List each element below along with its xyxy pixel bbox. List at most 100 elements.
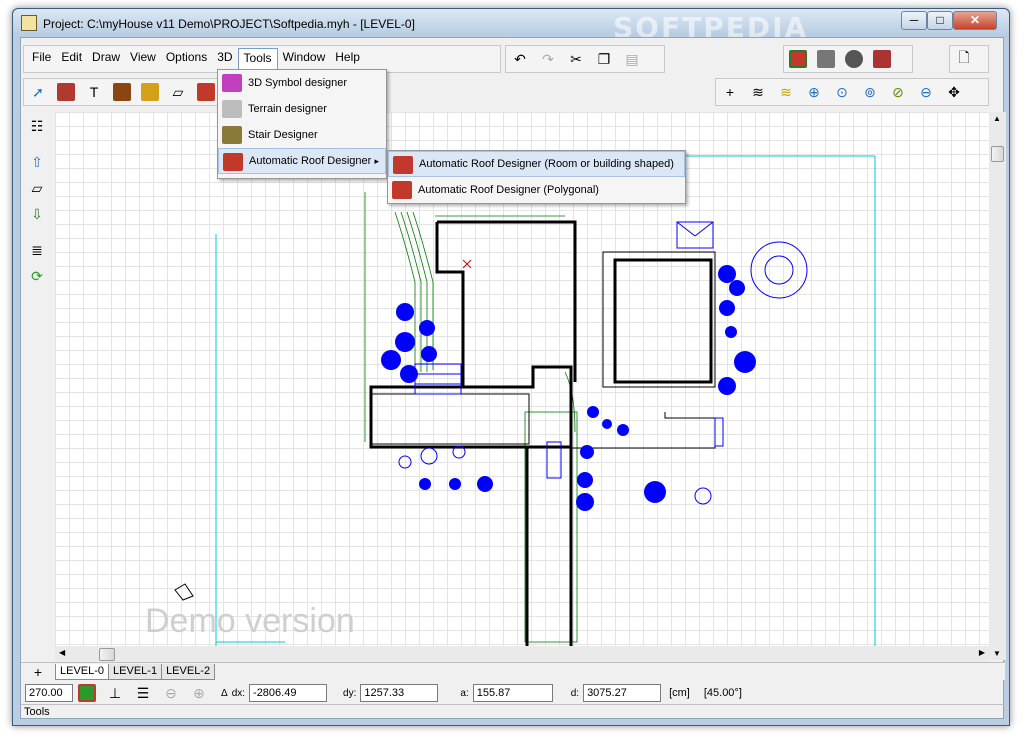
menu-help[interactable]: Help <box>330 48 365 70</box>
menu-item-terrain-designer[interactable]: Terrain designer <box>218 96 386 122</box>
zoom-out-icon[interactable]: ⊖ <box>913 80 939 104</box>
prev-point-icon[interactable]: ⊖ <box>158 681 184 705</box>
vertical-scroll-thumb[interactable] <box>991 146 1004 162</box>
menu-view[interactable]: View <box>125 48 161 70</box>
menu-item-roof-room-shaped[interactable]: Automatic Roof Designer (Room or buildin… <box>388 151 685 177</box>
close-button[interactable]: ✕ <box>953 11 997 30</box>
scroll-left-icon[interactable]: ◀ <box>59 648 65 657</box>
snap-grid-icon[interactable] <box>74 681 100 705</box>
angle-display: [45.00°] <box>703 687 742 699</box>
zoom-in-icon[interactable]: ⊕ <box>801 80 827 104</box>
tab-level-2[interactable]: LEVEL-2 <box>161 663 216 680</box>
column-icon[interactable]: T <box>81 80 107 104</box>
refresh-icon[interactable]: ⟳ <box>25 264 49 288</box>
menu-window[interactable]: Window <box>278 48 331 70</box>
dimension-icon[interactable]: ⊥ <box>102 681 128 705</box>
scroll-up-icon[interactable]: ▲ <box>993 114 1001 123</box>
menu-item-label: Terrain designer <box>248 103 327 115</box>
menu-3d[interactable]: 3D <box>212 48 237 70</box>
cut-icon[interactable]: ✂ <box>563 47 589 71</box>
dx-label: dx: <box>231 687 246 699</box>
horizontal-scrollbar[interactable]: ◀ ▶ <box>55 646 989 663</box>
submenu-arrow-icon: ▸ <box>374 155 379 166</box>
zoom-toolbar: + ≋ ≋ ⊕ ⊙ ⊚ ⊘ ⊖ ✥ <box>715 78 989 106</box>
edit-toolbar: ↶ ↷ ✂ ❐ ▤ <box>505 45 665 73</box>
angle-field[interactable]: 270.00 <box>25 684 73 702</box>
select-arrow-icon[interactable]: ➚ <box>25 80 51 104</box>
demo-watermark: Demo version <box>145 602 355 640</box>
menu-item-roof-polygonal[interactable]: Automatic Roof Designer (Polygonal) <box>388 177 685 203</box>
new-document-icon[interactable]: 🗋 <box>951 47 977 71</box>
scroll-down-icon[interactable]: ▼ <box>993 649 1001 658</box>
a-label: a: <box>460 687 469 699</box>
house-render-icon[interactable] <box>785 47 811 71</box>
symbol-designer-icon <box>222 74 242 92</box>
zoom-extents-icon[interactable]: ⊚ <box>857 80 883 104</box>
paste-icon[interactable]: ▤ <box>619 47 645 71</box>
eraser-icon[interactable]: ▱ <box>25 176 49 200</box>
left-toolbar: ☷ ⇧ ▱ ⇩ ≣ ⟳ <box>25 112 53 662</box>
menu-options[interactable]: Options <box>161 48 212 70</box>
level-tabs: + LEVEL-0 LEVEL-1 LEVEL-2 <box>21 662 1005 680</box>
menu-item-3d-symbol-designer[interactable]: 3D Symbol designer <box>218 70 386 96</box>
scroll-right-icon[interactable]: ▶ <box>979 648 985 657</box>
level-down-icon[interactable]: ⇩ <box>25 202 49 226</box>
app-icon <box>21 15 37 31</box>
camera-icon[interactable] <box>813 47 839 71</box>
add-point-icon[interactable]: + <box>717 80 743 104</box>
delta-label: Δ <box>221 687 228 699</box>
client-area: File Edit Draw View Options 3D Tools Win… <box>20 37 1006 720</box>
copy-icon[interactable]: ❐ <box>591 47 617 71</box>
roof-submenu: Automatic Roof Designer (Room or buildin… <box>387 150 686 204</box>
dy-field[interactable]: 1257.33 <box>360 684 439 702</box>
window-title: Project: C:\myHouse v11 Demo\PROJECT\Sof… <box>43 17 415 31</box>
pan-icon[interactable]: ✥ <box>941 80 967 104</box>
floor-icon[interactable]: ▱ <box>165 80 191 104</box>
menu-tools[interactable]: Tools <box>237 48 278 70</box>
unit-label: [cm] <box>669 687 690 699</box>
undo-icon[interactable]: ↶ <box>507 47 533 71</box>
door-icon[interactable] <box>109 80 135 104</box>
add-level-button[interactable]: + <box>21 664 55 680</box>
tab-level-0[interactable]: LEVEL-0 <box>55 663 110 680</box>
horizontal-scroll-thumb[interactable] <box>99 648 115 661</box>
roof-room-icon <box>393 156 413 174</box>
menu-item-automatic-roof-designer[interactable]: Automatic Roof Designer ▸ <box>218 148 386 174</box>
menu-item-label: 3D Symbol designer <box>248 77 348 89</box>
layer-stack-icon[interactable]: ≣ <box>25 238 49 262</box>
menu-item-label: Automatic Roof Designer (Room or buildin… <box>419 158 674 170</box>
menu-bar: File Edit Draw View Options 3D Tools Win… <box>27 48 365 70</box>
next-point-icon[interactable]: ⊕ <box>186 681 212 705</box>
level-up-icon[interactable]: ⇧ <box>25 150 49 174</box>
new-doc-toolbar: 🗋 <box>949 45 989 73</box>
roof-icon[interactable] <box>193 80 219 104</box>
minimize-button[interactable]: ─ <box>901 11 927 30</box>
app-window: Project: C:\myHouse v11 Demo\PROJECT\Sof… <box>12 8 1010 726</box>
maximize-button[interactable]: □ <box>927 11 953 30</box>
zoom-previous-icon[interactable]: ⊘ <box>885 80 911 104</box>
menu-item-label: Stair Designer <box>248 129 318 141</box>
dx-field[interactable]: -2806.49 <box>249 684 328 702</box>
status-bar: Tools <box>21 704 1005 720</box>
window-icon[interactable] <box>137 80 163 104</box>
menu-file[interactable]: File <box>27 48 56 70</box>
video-camera-icon[interactable] <box>841 47 867 71</box>
zoom-window-icon[interactable]: ⊙ <box>829 80 855 104</box>
roof-polygonal-icon <box>392 181 412 199</box>
redo-icon[interactable]: ↷ <box>535 47 561 71</box>
video-off-icon[interactable] <box>869 47 895 71</box>
tab-level-1[interactable]: LEVEL-1 <box>108 663 163 680</box>
menu-edit[interactable]: Edit <box>56 48 87 70</box>
wall-icon[interactable] <box>53 80 79 104</box>
properties-icon[interactable]: ☷ <box>25 114 49 138</box>
align-icon[interactable]: ☰ <box>130 681 156 705</box>
d-field[interactable]: 3075.27 <box>583 684 662 702</box>
layers-icon[interactable]: ≋ <box>745 80 771 104</box>
roof-designer-icon <box>223 153 243 171</box>
menu-item-stair-designer[interactable]: Stair Designer <box>218 122 386 148</box>
layers-color-icon[interactable]: ≋ <box>773 80 799 104</box>
vertical-scrollbar[interactable]: ▲ ▼ <box>989 112 1006 660</box>
menu-draw[interactable]: Draw <box>87 48 125 70</box>
tools-menu: 3D Symbol designer Terrain designer Stai… <box>217 69 387 179</box>
a-field[interactable]: 155.87 <box>472 684 553 702</box>
